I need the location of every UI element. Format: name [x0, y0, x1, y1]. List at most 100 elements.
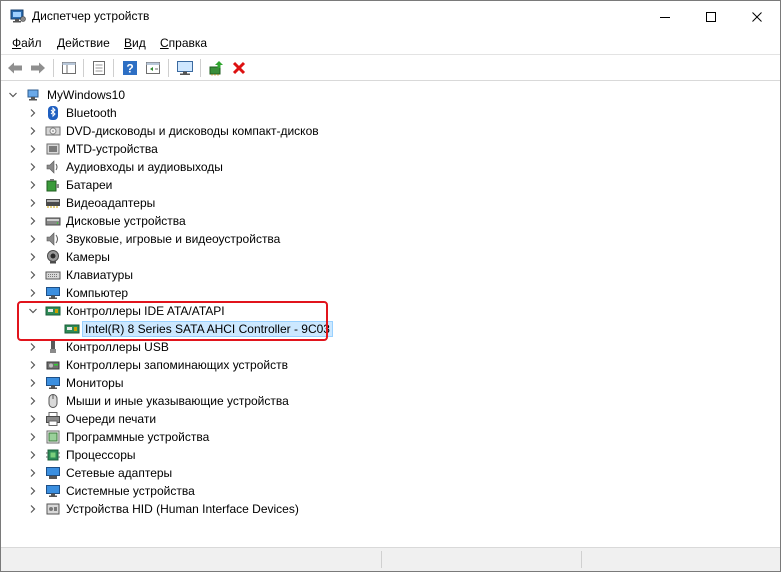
- dvd-drive-icon: [45, 126, 61, 136]
- tree-category-label: Устройства HID (Human Interface Devices): [66, 502, 299, 516]
- tree-category-label: Аудиовходы и аудиовыходы: [66, 160, 223, 174]
- tree-category[interactable]: Батареи: [1, 176, 761, 194]
- tree-category[interactable]: MTD-устройства: [1, 140, 761, 158]
- chevron-right-icon[interactable]: [27, 413, 39, 425]
- maximize-button[interactable]: [688, 1, 734, 32]
- storage-controller-icon: [46, 361, 60, 370]
- chevron-right-icon[interactable]: [27, 269, 39, 281]
- chevron-right-icon[interactable]: [27, 467, 39, 479]
- tree-category[interactable]: Очереди печати: [1, 410, 761, 428]
- mtd-device-icon: [46, 143, 60, 155]
- tree-category[interactable]: Клавиатуры: [1, 266, 761, 284]
- tree-root-label: MyWindows10: [47, 88, 126, 102]
- scan-hardware-icon[interactable]: [175, 58, 195, 78]
- chevron-right-icon[interactable]: [27, 179, 39, 191]
- bluetooth-icon: [48, 106, 58, 120]
- toolbar: ?: [1, 54, 780, 81]
- show-hide-console-tree-icon[interactable]: [89, 58, 109, 78]
- mouse-icon: [48, 394, 58, 408]
- tree-category-label: Сетевые адаптеры: [66, 466, 173, 480]
- tree-category-label: Процессоры: [66, 448, 136, 462]
- close-button[interactable]: [734, 1, 780, 32]
- tree-category-label: Камеры: [66, 250, 110, 264]
- device-tree: MyWindows10 Bluetooth DVD-дисководы и ди…: [1, 83, 780, 545]
- toolbar-separator: [113, 59, 114, 77]
- tree-category[interactable]: Сетевые адаптеры: [1, 464, 761, 482]
- chevron-right-icon[interactable]: [27, 215, 39, 227]
- menu-view[interactable]: Вид: [124, 36, 146, 50]
- tree-root[interactable]: MyWindows10: [1, 86, 761, 104]
- chevron-right-icon[interactable]: [27, 197, 39, 209]
- action-pane-icon[interactable]: [143, 58, 163, 78]
- chevron-right-icon[interactable]: [27, 233, 39, 245]
- chevron-right-icon[interactable]: [27, 287, 39, 299]
- tree-category-label: Очереди печати: [66, 412, 157, 426]
- chevron-right-icon[interactable]: [27, 503, 39, 515]
- uninstall-icon[interactable]: [229, 58, 249, 78]
- chevron-right-icon[interactable]: [27, 485, 39, 497]
- device-manager-app-icon: [10, 9, 26, 23]
- processor-icon: [46, 449, 60, 461]
- tree-category[interactable]: Устройства HID (Human Interface Devices): [1, 500, 761, 518]
- software-device-icon: [46, 430, 60, 444]
- tree-category[interactable]: Аудиовходы и аудиовыходы: [1, 158, 761, 176]
- tree-category-label: Мыши и иные указывающие устройства: [66, 394, 289, 408]
- hid-device-icon: [46, 503, 60, 515]
- toolbar-separator: [200, 59, 201, 77]
- chevron-right-icon[interactable]: [27, 377, 39, 389]
- camera-icon: [47, 250, 59, 264]
- toolbar-separator: [83, 59, 84, 77]
- menu-bar: Файл Действие Вид Справка: [1, 32, 780, 54]
- tree-category-label: MTD-устройства: [66, 142, 158, 156]
- device-manager-window: Диспетчер устройств Файл Действие Вид Сп…: [0, 0, 781, 572]
- minimize-button[interactable]: [642, 1, 688, 32]
- chevron-down-icon[interactable]: [7, 89, 19, 101]
- toolbar-separator: [168, 59, 169, 77]
- tree-category[interactable]: Программные устройства: [1, 428, 761, 446]
- back-icon[interactable]: [5, 58, 25, 78]
- menu-action[interactable]: Действие: [57, 36, 110, 50]
- forward-icon[interactable]: [28, 58, 48, 78]
- chevron-right-icon[interactable]: [27, 161, 39, 173]
- chevron-right-icon[interactable]: [27, 251, 39, 263]
- tree-category[interactable]: Звуковые, игровые и видеоустройства: [1, 230, 761, 248]
- status-bar-divider: [381, 551, 382, 568]
- chevron-right-icon[interactable]: [27, 143, 39, 155]
- toolbar-separator: [53, 59, 54, 77]
- chevron-right-icon[interactable]: [27, 431, 39, 443]
- title-bar[interactable]: Диспетчер устройств: [1, 1, 780, 32]
- chevron-right-icon[interactable]: [27, 449, 39, 461]
- chevron-right-icon[interactable]: [27, 395, 39, 407]
- chevron-right-icon[interactable]: [27, 125, 39, 137]
- tree-category-label: Компьютер: [66, 286, 129, 300]
- tree-category[interactable]: Мониторы: [1, 374, 761, 392]
- update-driver-icon[interactable]: [206, 58, 226, 78]
- properties-pane-icon[interactable]: [59, 58, 79, 78]
- chevron-right-icon[interactable]: [27, 341, 39, 353]
- tree-category-label: Системные устройства: [66, 484, 195, 498]
- tree-category[interactable]: Системные устройства: [1, 482, 761, 500]
- tree-category[interactable]: Камеры: [1, 248, 761, 266]
- tree-category[interactable]: Контроллеры запоминающих устройств: [1, 356, 761, 374]
- help-icon[interactable]: ?: [120, 58, 140, 78]
- usb-controller-icon: [50, 340, 56, 353]
- tree-category[interactable]: Процессоры: [1, 446, 761, 464]
- tree-category[interactable]: Bluetooth: [1, 104, 761, 122]
- disk-drive-icon: [45, 217, 61, 226]
- chevron-right-icon[interactable]: [27, 107, 39, 119]
- tree-category[interactable]: Дисковые устройства: [1, 212, 761, 230]
- tree-category[interactable]: DVD-дисководы и дисководы компакт-дисков: [1, 122, 761, 140]
- menu-file[interactable]: Файл: [12, 36, 42, 50]
- tree-category-label: Контроллеры запоминающих устройств: [66, 358, 288, 372]
- print-queue-icon: [46, 412, 60, 426]
- system-device-icon: [46, 485, 60, 497]
- menu-help[interactable]: Справка: [160, 36, 207, 50]
- tree-category-label: Мониторы: [66, 376, 124, 390]
- tree-category-label: Контроллеры USB: [66, 340, 169, 354]
- tree-category[interactable]: Мыши и иные указывающие устройства: [1, 392, 761, 410]
- keyboard-icon: [45, 271, 61, 280]
- chevron-right-icon[interactable]: [27, 359, 39, 371]
- tree-category[interactable]: Видеоадаптеры: [1, 194, 761, 212]
- tree-category-label: Клавиатуры: [66, 268, 133, 282]
- tree-category[interactable]: Компьютер: [1, 284, 761, 302]
